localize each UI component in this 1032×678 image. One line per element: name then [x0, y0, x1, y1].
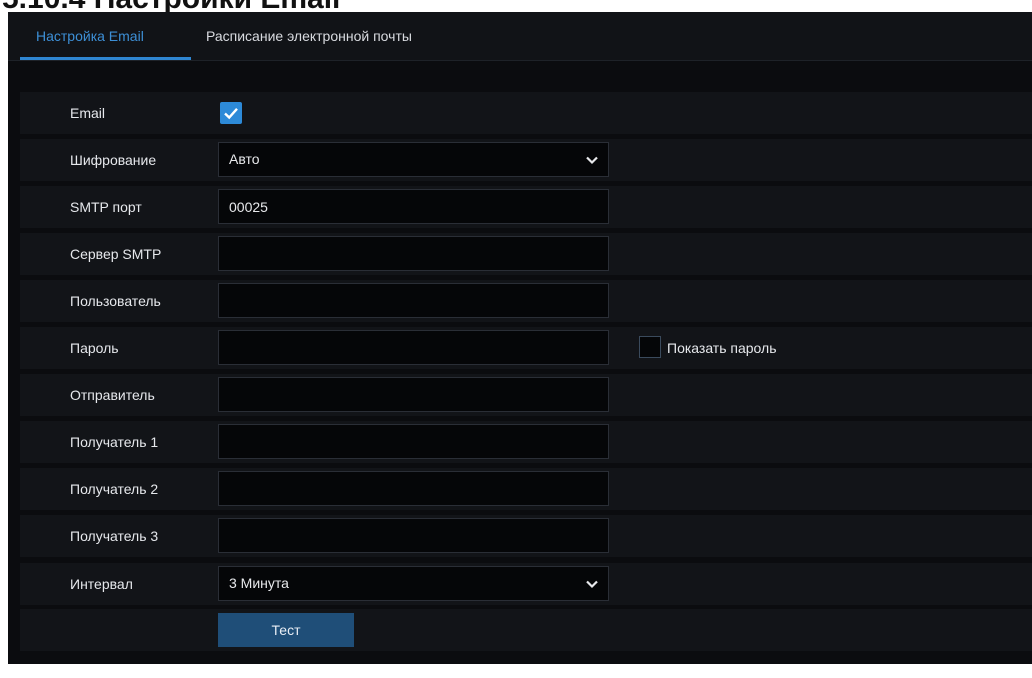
recipient-1-label: Получатель 1 — [70, 434, 159, 450]
password-input[interactable] — [218, 330, 609, 365]
row-encryption: Шифрование Авто — [20, 139, 1032, 181]
interval-value: 3 Минута — [229, 575, 289, 591]
test-button[interactable]: Тест — [218, 613, 354, 647]
encryption-label: Шифрование — [70, 152, 157, 168]
interval-label: Интервал — [70, 576, 133, 592]
row-sender: Отправитель — [20, 374, 1032, 416]
user-label: Пользователь — [70, 293, 161, 309]
smtp-port-label: SMTP порт — [70, 199, 142, 215]
row-smtp-port: SMTP порт — [20, 186, 1032, 228]
row-test: Тест — [20, 609, 1032, 651]
row-email: Email — [20, 92, 1032, 134]
smtp-server-input[interactable] — [218, 236, 609, 271]
recipient-2-label: Получатель 2 — [70, 481, 159, 497]
document-heading: 5.10.4 Настройки Email — [2, 0, 340, 12]
recipient-3-label: Получатель 3 — [70, 528, 159, 544]
row-recipient-1: Получатель 1 — [20, 421, 1032, 463]
recipient-1-input[interactable] — [218, 424, 609, 459]
email-label: Email — [70, 105, 106, 121]
encryption-select[interactable]: Авто — [218, 142, 609, 177]
tab-email-schedule[interactable]: Расписание электронной почты — [206, 12, 412, 60]
sender-label: Отправитель — [70, 387, 155, 403]
email-settings-panel: Настройка Email Расписание электронной п… — [8, 12, 1032, 664]
show-password-checkbox[interactable] — [639, 336, 661, 358]
tab-bar: Настройка Email Расписание электронной п… — [8, 12, 1032, 61]
recipient-2-input[interactable] — [218, 471, 609, 506]
row-user: Пользователь — [20, 280, 1032, 322]
user-input[interactable] — [218, 283, 609, 318]
password-label: Пароль — [70, 340, 119, 356]
tab-email-settings[interactable]: Настройка Email — [36, 12, 144, 60]
row-recipient-2: Получатель 2 — [20, 468, 1032, 510]
interval-select[interactable]: 3 Минута — [218, 566, 609, 601]
chevron-down-icon — [586, 580, 598, 589]
row-interval: Интервал 3 Минута — [20, 563, 1032, 605]
smtp-server-label: Сервер SMTP — [70, 246, 162, 262]
encryption-value: Авто — [229, 151, 260, 167]
row-recipient-3: Получатель 3 — [20, 515, 1032, 557]
chevron-down-icon — [586, 156, 598, 165]
smtp-port-input[interactable] — [218, 189, 609, 224]
active-tab-indicator — [20, 57, 191, 60]
checkmark-icon — [224, 107, 238, 120]
sender-input[interactable] — [218, 377, 609, 412]
recipient-3-input[interactable] — [218, 518, 609, 553]
row-smtp-server: Сервер SMTP — [20, 233, 1032, 275]
email-enable-checkbox[interactable] — [220, 102, 242, 124]
row-password: Пароль Показать пароль — [20, 327, 1032, 369]
show-password-label[interactable]: Показать пароль — [667, 327, 777, 369]
